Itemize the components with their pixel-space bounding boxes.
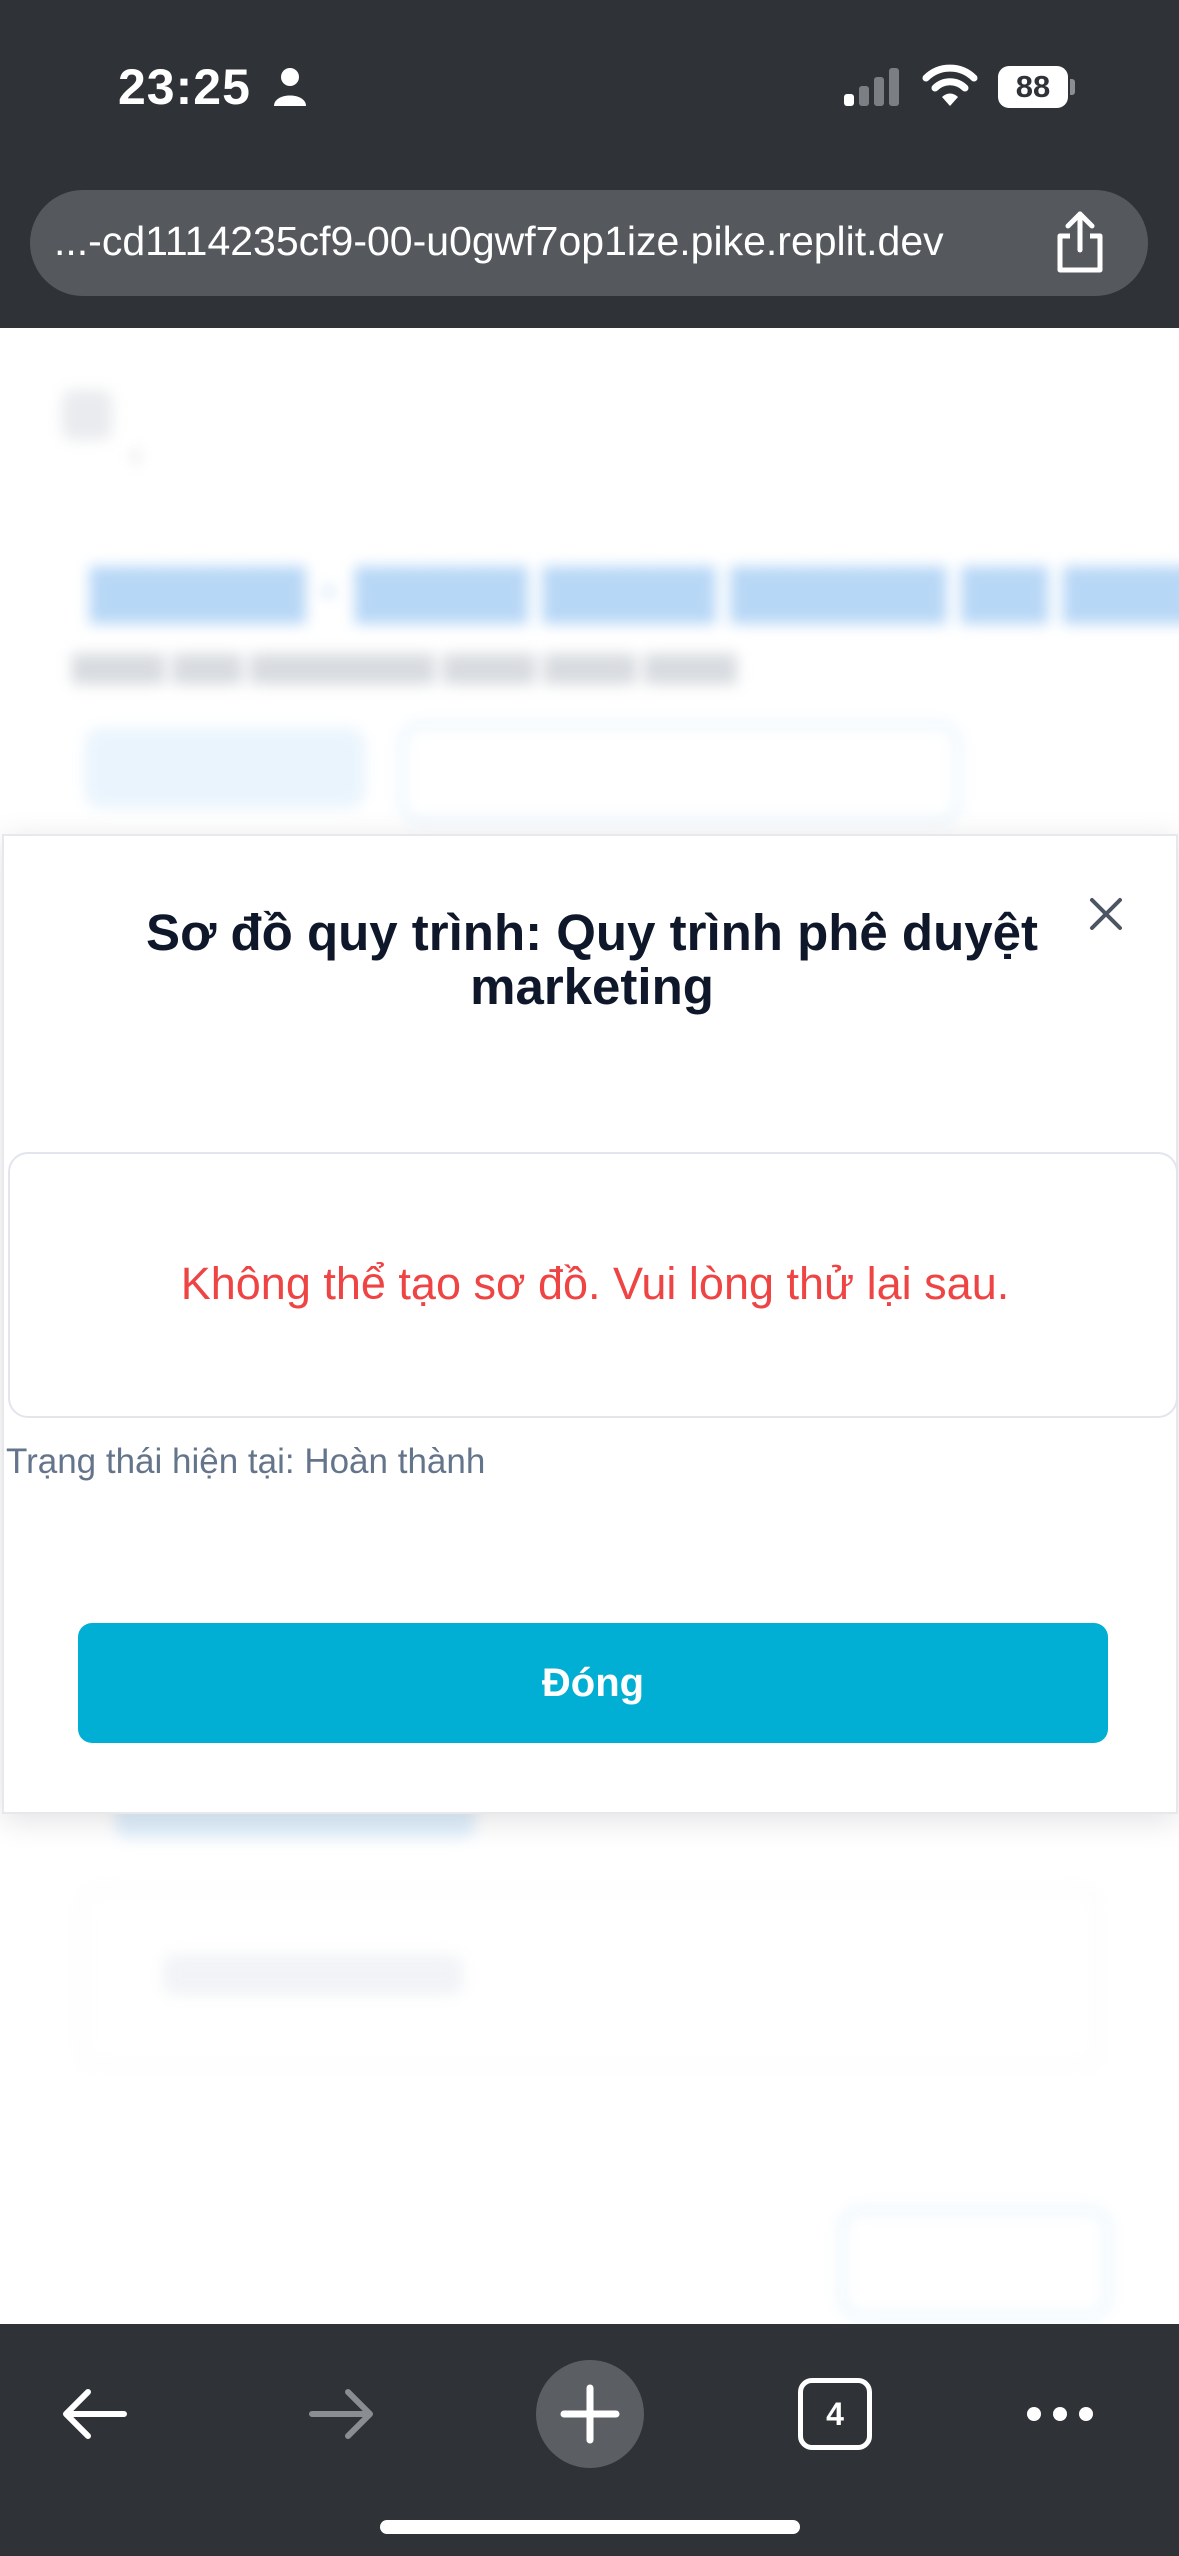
battery-tip — [1070, 79, 1075, 95]
background-status-chip — [85, 728, 365, 808]
close-icon[interactable] — [1076, 884, 1136, 944]
person-icon — [274, 68, 306, 106]
background-subtitle-placeholder: ▇▇▇▇ ▇▇▇ ▇▇▇▇▇▇▇▇ ▇▇▇▇ ▇▇▇▇ ▇▇▇▇ — [72, 651, 737, 684]
back-arrow-icon[interactable] — [58, 2384, 130, 2444]
battery-indicator: 88 — [998, 66, 1076, 108]
error-message: Không thể tạo sơ đồ. Vui lòng thử lại sa… — [180, 1258, 1010, 1309]
battery-level: 88 — [998, 66, 1068, 108]
background-card-text — [163, 1955, 463, 1995]
browser-top-chrome: 23:25 88 ...-cd1114235cf9-00-u0gwf7op1iz… — [0, 0, 1179, 328]
share-icon[interactable] — [1052, 210, 1108, 274]
background-logo — [62, 390, 112, 440]
tab-switcher-button[interactable]: 4 — [798, 2378, 872, 2450]
home-indicator — [380, 2520, 800, 2534]
background-card — [80, 1888, 1100, 2068]
cellular-signal-icon — [844, 68, 899, 106]
diagram-container: Không thể tạo sơ đồ. Vui lòng thử lại sa… — [8, 1152, 1178, 1418]
close-button[interactable]: Đóng — [78, 1623, 1108, 1743]
url-text[interactable]: ...-cd1114235cf9-00-u0gwf7op1ize.pike.re… — [54, 218, 1054, 265]
process-diagram-modal: Sơ đồ quy trình: Quy trình phê duyệt mar… — [2, 834, 1178, 1814]
status-time: 23:25 — [118, 59, 251, 115]
wifi-icon — [922, 64, 978, 106]
modal-title: Sơ đồ quy trình: Quy trình phê duyệt mar… — [146, 904, 1038, 1015]
browser-bottom-toolbar: 4 — [0, 2324, 1179, 2556]
plus-icon — [560, 2384, 620, 2444]
forward-arrow-icon[interactable] — [306, 2384, 378, 2444]
new-tab-button[interactable] — [536, 2360, 644, 2468]
background-back-arrow: ‹ — [130, 433, 142, 474]
background-action-button — [400, 723, 960, 823]
address-bar[interactable]: ...-cd1114235cf9-00-u0gwf7op1ize.pike.re… — [30, 190, 1148, 296]
more-options-icon[interactable] — [1024, 2404, 1096, 2424]
background-title-placeholder: ▇▇▇▇▇ · ▇▇▇▇ ▇▇▇▇ ▇▇▇▇▇ ▇▇ ▇▇▇ — [90, 559, 1179, 622]
background-button — [840, 2208, 1110, 2318]
current-status-text: Trạng thái hiện tại: Hoàn thành — [6, 1442, 486, 1481]
